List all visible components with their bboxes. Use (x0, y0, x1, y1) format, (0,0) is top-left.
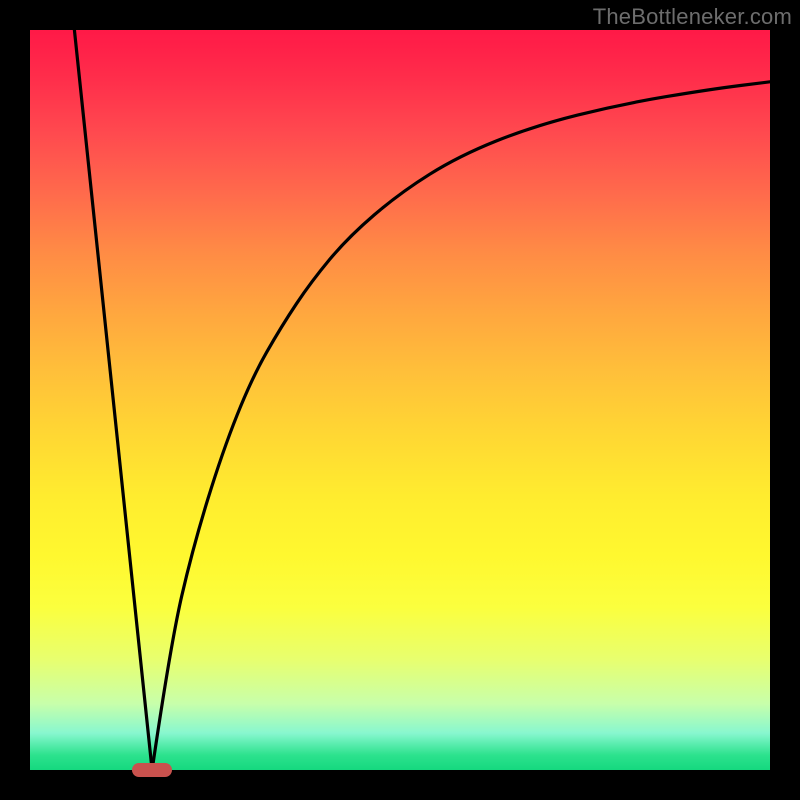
chart-frame: TheBottleneker.com (0, 0, 800, 800)
watermark-text: TheBottleneker.com (593, 4, 792, 30)
plot-area (30, 30, 770, 770)
optimal-marker (132, 763, 172, 777)
curve-right-branch (152, 82, 770, 770)
curve-left-branch (74, 30, 152, 770)
bottleneck-curve (30, 30, 770, 770)
